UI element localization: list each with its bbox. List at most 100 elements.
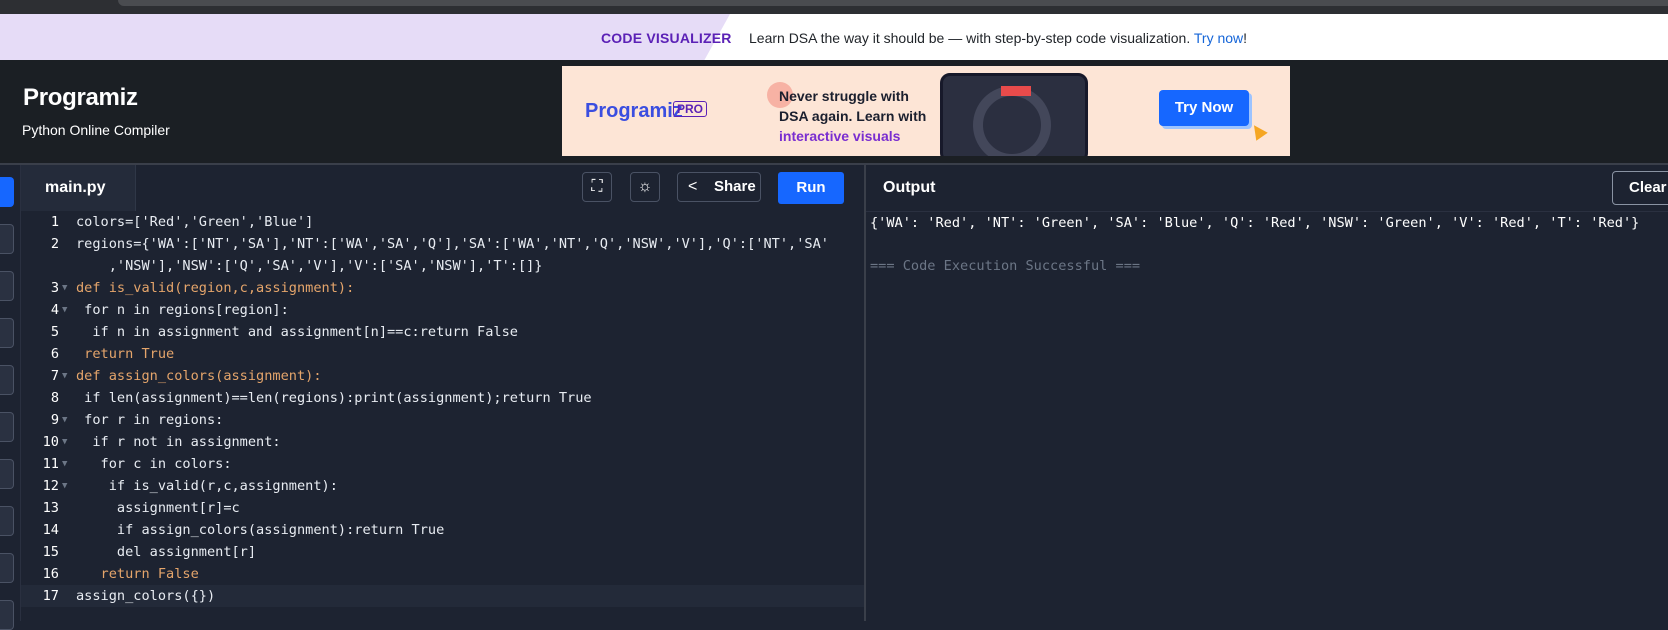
fold-arrow-icon[interactable]: ▼ bbox=[62, 475, 67, 497]
fold-arrow-icon[interactable]: ▼ bbox=[62, 431, 67, 453]
code-line: 5 if n in assignment and assignment[n]==… bbox=[21, 321, 864, 343]
line-number: 3 bbox=[50, 280, 59, 296]
code-line: 2 regions={'WA':['NT','SA'],'NT':['WA','S… bbox=[21, 233, 864, 255]
promo-badge[interactable]: CODE VISUALIZER bbox=[601, 30, 732, 46]
promo-banner: CODE VISUALIZER Learn DSA the way it sho… bbox=[0, 14, 1668, 60]
fold-arrow-icon[interactable]: ▼ bbox=[62, 365, 67, 387]
code-text: if n in assignment and assignment[n]==c:… bbox=[76, 324, 518, 340]
python-language-icon[interactable] bbox=[0, 177, 14, 207]
code-text: colors=['Red','Green','Blue'] bbox=[76, 214, 314, 230]
fold-arrow-icon[interactable]: ▼ bbox=[62, 299, 67, 321]
code-line-current: 17 assign_colors({}) bbox=[21, 585, 864, 607]
code-editor[interactable]: 1 colors=['Red','Green','Blue'] 2 regions=… bbox=[21, 211, 864, 621]
share-button[interactable]: < Share bbox=[677, 172, 761, 202]
line-number: 11 bbox=[42, 456, 59, 472]
code-line: 15 del assignment[r] bbox=[21, 541, 864, 563]
output-panel: {'WA': 'Red', 'NT': 'Green', 'SA': 'Blue… bbox=[866, 211, 1668, 621]
ad-dial-graphic bbox=[973, 86, 1051, 156]
language-icon-8[interactable] bbox=[0, 506, 14, 536]
fullscreen-button[interactable]: ⛶ bbox=[582, 172, 612, 202]
line-number: 16 bbox=[42, 566, 59, 582]
page-subtitle: Python Online Compiler bbox=[22, 122, 170, 138]
code-line: 16 return False bbox=[21, 563, 864, 585]
fold-arrow-icon[interactable]: ▼ bbox=[62, 453, 67, 475]
language-icon-3[interactable] bbox=[0, 271, 14, 301]
code-line: 14 if assign_colors(assignment):return T… bbox=[21, 519, 864, 541]
tab-main-py[interactable]: main.py bbox=[21, 165, 136, 211]
language-icon-4[interactable] bbox=[0, 318, 14, 348]
sun-icon: ☼ bbox=[637, 178, 653, 195]
line-number: 12 bbox=[42, 478, 59, 494]
promo-message: Learn DSA the way it should be — with st… bbox=[749, 30, 1247, 46]
language-icon-7[interactable] bbox=[0, 459, 14, 489]
run-button[interactable]: Run bbox=[778, 172, 844, 204]
code-text: assign_colors({}) bbox=[76, 588, 216, 604]
line-number: 6 bbox=[50, 346, 59, 362]
output-title: Output bbox=[883, 179, 936, 196]
language-icon-2[interactable] bbox=[0, 224, 14, 254]
ad-tablet-illustration bbox=[940, 73, 1088, 156]
line-number: 5 bbox=[50, 324, 59, 340]
editor-toolbar: main.py ⛶ ☼ < Share Run bbox=[21, 165, 864, 212]
ad-try-now-button[interactable]: Try Now bbox=[1159, 90, 1249, 126]
language-icon-10[interactable] bbox=[0, 600, 14, 630]
language-icon-6[interactable] bbox=[0, 412, 14, 442]
line-number: 8 bbox=[50, 390, 59, 406]
code-line: 12 ▼ if is_valid(r,c,assignment): bbox=[21, 475, 864, 497]
ad-line-2: DSA again. Learn with bbox=[779, 108, 927, 124]
code-text: def assign_colors(assignment): bbox=[76, 368, 322, 384]
language-sidebar bbox=[0, 165, 21, 630]
browser-bar bbox=[118, 0, 1668, 6]
code-line: 7 ▼ def assign_colors(assignment): bbox=[21, 365, 864, 387]
ad-programiz-logo: Programiz bbox=[585, 100, 683, 122]
programiz-logo[interactable]: Programiz bbox=[23, 84, 138, 112]
code-text: return True bbox=[76, 346, 175, 362]
code-line: 4 ▼ for n in regions[region]: bbox=[21, 299, 864, 321]
code-text: if assign_colors(assignment):return True bbox=[76, 522, 445, 538]
code-text: if is_valid(r,c,assignment): bbox=[76, 478, 338, 494]
ad-banner[interactable]: Programiz PRO Never struggle with DSA ag… bbox=[562, 66, 1290, 156]
fold-arrow-icon[interactable]: ▼ bbox=[62, 277, 67, 299]
code-text: for r in regions: bbox=[76, 412, 224, 428]
site-header: Programiz Python Online Compiler Program… bbox=[0, 60, 1668, 165]
ad-cursor-icon bbox=[1248, 121, 1268, 141]
line-number: 14 bbox=[42, 522, 59, 538]
code-line: 6 return True bbox=[21, 343, 864, 365]
code-text: regions={'WA':['NT','SA'],'NT':['WA','SA… bbox=[76, 236, 829, 252]
code-text: def is_valid(region,c,assignment): bbox=[76, 280, 355, 296]
line-number: 2 bbox=[50, 236, 59, 252]
share-label: Share bbox=[714, 178, 756, 195]
language-icon-9[interactable] bbox=[0, 553, 14, 583]
code-text: for n in regions[region]: bbox=[76, 302, 289, 318]
line-number: 10 bbox=[42, 434, 59, 450]
code-line: 11 ▼ for c in colors: bbox=[21, 453, 864, 475]
ad-line-1: Never struggle with bbox=[779, 88, 909, 104]
code-line: 8 if len(assignment)==len(regions):print… bbox=[21, 387, 864, 409]
clear-button[interactable]: Clear bbox=[1612, 171, 1668, 205]
theme-toggle-button[interactable]: ☼ bbox=[630, 172, 660, 202]
ad-pro-badge: PRO bbox=[673, 101, 708, 117]
language-icon-5[interactable] bbox=[0, 365, 14, 395]
code-line: 3 ▼ def is_valid(region,c,assignment): bbox=[21, 277, 864, 299]
promo-message-text: Learn DSA the way it should be — with st… bbox=[749, 30, 1194, 46]
code-text: assignment[r]=c bbox=[76, 500, 240, 516]
promo-suffix: ! bbox=[1243, 30, 1248, 46]
code-text: return False bbox=[76, 566, 199, 582]
code-text: if len(assignment)==len(regions):print(a… bbox=[76, 390, 592, 406]
code-line: 9 ▼ for r in regions: bbox=[21, 409, 864, 431]
code-text: ,'NSW'],'NSW':['Q','SA','V'],'V':['SA','… bbox=[76, 258, 543, 274]
fold-arrow-icon[interactable]: ▼ bbox=[62, 409, 67, 431]
code-line: 13 assignment[r]=c bbox=[21, 497, 864, 519]
ad-line-3: interactive visuals bbox=[779, 128, 901, 144]
execution-status: === Code Execution Successful === bbox=[870, 258, 1141, 274]
line-number: 17 bbox=[42, 588, 59, 604]
code-text: del assignment[r] bbox=[76, 544, 257, 560]
code-text: for c in colors: bbox=[76, 456, 232, 472]
output-header: Output Clear bbox=[866, 165, 1668, 212]
output-line: {'WA': 'Red', 'NT': 'Green', 'SA': 'Blue… bbox=[870, 215, 1640, 231]
code-line: 10 ▼ if r not in assignment: bbox=[21, 431, 864, 453]
promo-try-now-link[interactable]: Try now bbox=[1194, 30, 1243, 46]
code-line-wrapped: ,'NSW'],'NSW':['Q','SA','V'],'V':['SA','… bbox=[21, 255, 864, 277]
code-text: if r not in assignment: bbox=[76, 434, 281, 450]
line-number: 15 bbox=[42, 544, 59, 560]
